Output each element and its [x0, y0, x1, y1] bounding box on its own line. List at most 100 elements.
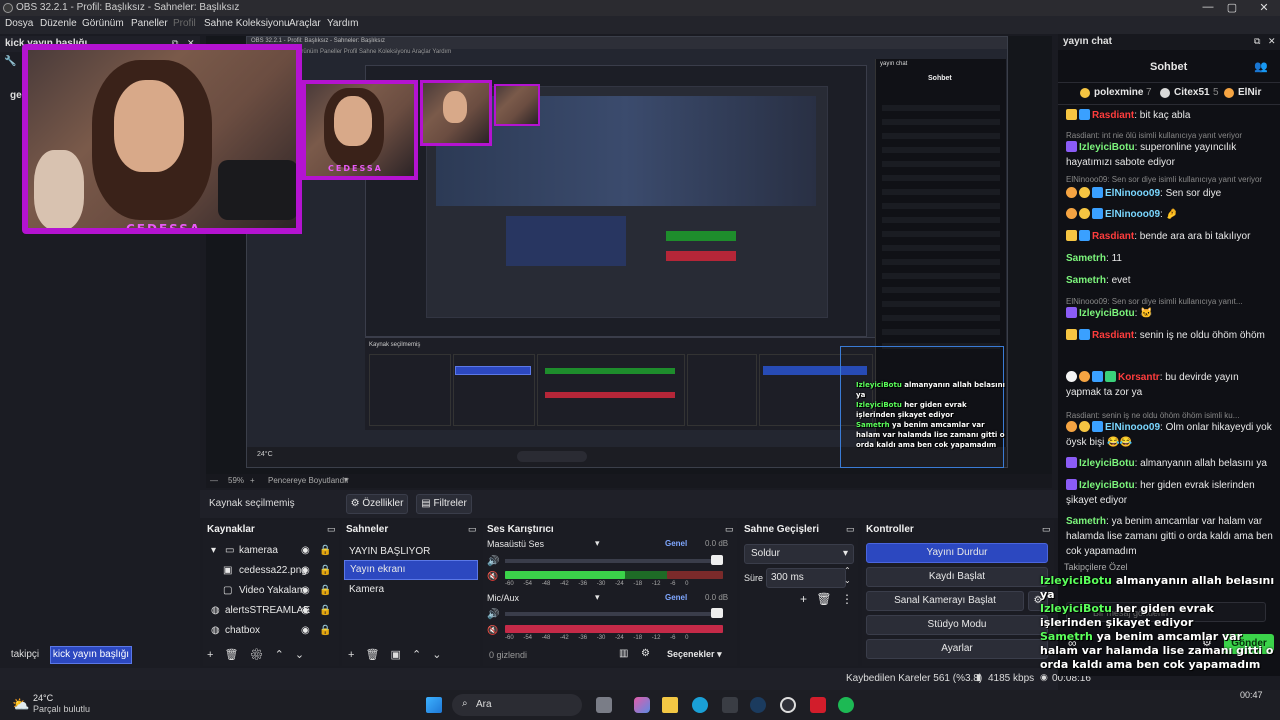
mixer-dock-menu-icon[interactable]: ▭ [725, 524, 734, 535]
top-chatter-name[interactable]: ElNir [1238, 87, 1261, 98]
top-chatter-name[interactable]: Citex51 [1174, 87, 1210, 98]
app-red-icon[interactable] [810, 697, 826, 713]
properties-button[interactable]: ⚙ Özellikler [346, 494, 408, 514]
transition-select[interactable]: Soldur ▾ [744, 544, 854, 564]
expand-icon[interactable]: ▾ [211, 545, 216, 556]
taskbar-search[interactable]: ⌕ Ara [452, 694, 582, 716]
task-view-icon[interactable] [596, 697, 612, 713]
move-down-icon[interactable]: ⌄ [432, 649, 441, 661]
sources-toolbar: + 🗑 ⚙ ⌃ ⌄ [207, 648, 304, 661]
chat-dock-header: yayın chat ⧉ ✕ [1058, 34, 1280, 50]
top-chatter-name[interactable]: polexmine [1094, 87, 1143, 98]
duration-stepper-down[interactable]: ⌄ [844, 576, 851, 585]
controls-dock-menu-icon[interactable]: ▭ [1042, 524, 1051, 535]
studio-mode-button[interactable]: Stüdyo Modu [866, 615, 1048, 635]
fit-dropdown-icon[interactable]: ▾ [344, 475, 348, 484]
transitions-dock-menu-icon[interactable]: ▭ [846, 524, 855, 535]
menu-edit[interactable]: Düzenle [40, 18, 77, 29]
float-icon[interactable]: ⧉ [1254, 36, 1260, 47]
minimize-icon[interactable]: — [1198, 1, 1218, 13]
windows-start-icon[interactable] [426, 697, 442, 713]
speaker-icon[interactable]: 🔊 [487, 556, 499, 567]
channel-dropdown-icon[interactable]: ▾ [595, 538, 600, 549]
lock-icon[interactable]: 🔒 [319, 585, 331, 596]
obs-icon[interactable] [780, 697, 796, 713]
remove-transition-icon[interactable]: 🗑 [816, 592, 831, 606]
mixer-options[interactable]: Seçenekler ▾ [667, 649, 722, 660]
users-icon[interactable]: 👥 [1254, 60, 1268, 73]
sources-dock-menu-icon[interactable]: ▭ [327, 524, 336, 535]
menu-scene-collection[interactable]: Sahne Koleksiyonu [204, 18, 290, 29]
volume-slider[interactable] [505, 612, 723, 616]
start-virtual-camera-button[interactable]: Sanal Kamerayı Başlat [866, 591, 1024, 611]
filters-button[interactable]: ▤ Filtreler [416, 494, 472, 514]
remove-scene-icon[interactable]: 🗑 [366, 649, 380, 661]
source-settings-icon[interactable]: ⚙ [250, 649, 264, 661]
more-icon[interactable]: ⋮ [841, 592, 853, 606]
mute-icon[interactable]: 🔇 [487, 571, 498, 582]
move-up-icon[interactable]: ⌃ [412, 649, 421, 661]
source-item[interactable]: ◍ chatbox ◉ 🔒 [209, 622, 333, 642]
mixer-layout-icon[interactable]: ▥ [619, 648, 628, 659]
menu-profile[interactable]: Profil [173, 18, 196, 29]
move-up-icon[interactable]: ⌃ [275, 649, 284, 661]
copilot-icon[interactable] [634, 697, 650, 713]
duration-stepper-up[interactable]: ⌃ [844, 566, 851, 575]
speaker-icon[interactable]: 🔊 [487, 609, 499, 620]
scene-filter-icon[interactable]: ▣ [391, 649, 401, 661]
menu-tools[interactable]: Araçlar [289, 18, 321, 29]
source-item[interactable]: ▣ cedessa22.png ◉ 🔒 [209, 562, 333, 582]
add-transition-icon[interactable]: + [800, 592, 807, 606]
scenes-dock-menu-icon[interactable]: ▭ [468, 524, 477, 535]
visibility-icon[interactable]: ◉ [301, 605, 310, 616]
fit-mode[interactable]: Pencereye Boyutlandır [268, 476, 349, 485]
store-icon[interactable] [722, 697, 738, 713]
scene-item-selected[interactable]: Yayın ekranı [344, 560, 478, 580]
source-item[interactable]: ◍ alertsSTREAMLAE ◉ 🔒 [209, 602, 333, 622]
volume-slider[interactable] [505, 559, 723, 563]
tab-kick-yayin-basligi[interactable]: kick yayın başlığı [50, 646, 132, 664]
steam-icon[interactable] [750, 697, 766, 713]
channel-dropdown-icon[interactable]: ▾ [595, 592, 600, 603]
menu-docks[interactable]: Paneller [131, 18, 168, 29]
menu-view[interactable]: Görünüm [82, 18, 124, 29]
volume-slider-handle[interactable] [711, 608, 723, 618]
remove-source-icon[interactable]: 🗑 [225, 649, 239, 661]
close-dock-icon[interactable]: ✕ [1268, 36, 1276, 47]
visibility-icon[interactable]: ◉ [301, 625, 310, 636]
add-scene-icon[interactable]: + [348, 649, 354, 661]
add-source-icon[interactable]: + [207, 649, 213, 661]
visibility-icon[interactable]: ◉ [301, 585, 310, 596]
source-label: Kaynak seçilmemiş [209, 498, 295, 509]
edge-icon[interactable] [692, 697, 708, 713]
lock-icon[interactable]: 🔒 [319, 545, 331, 556]
mute-icon[interactable]: 🔇 [487, 625, 498, 636]
mixer-link-icon[interactable]: ⚙ [641, 648, 650, 659]
stop-streaming-button[interactable]: Yayını Durdur [866, 543, 1048, 563]
menu-help[interactable]: Yardım [327, 18, 359, 29]
scene-item[interactable]: Kamera [344, 580, 483, 600]
spotify-icon[interactable] [838, 697, 854, 713]
lock-icon[interactable]: 🔒 [319, 625, 331, 636]
close-icon[interactable]: ✕ [1254, 1, 1274, 14]
scene-item[interactable]: YAYIN BAŞLIYOR [344, 542, 483, 562]
zoom-plus[interactable]: + [250, 476, 255, 485]
lock-icon[interactable]: 🔒 [319, 605, 331, 616]
move-down-icon[interactable]: ⌄ [295, 649, 304, 661]
lock-icon[interactable]: 🔒 [319, 565, 331, 576]
start-recording-button[interactable]: Kaydı Başlat [866, 567, 1048, 587]
visibility-icon[interactable]: ◉ [301, 565, 310, 576]
chat-reply-hint: ElNinooo09: Sen sor diye isimli kullanıc… [1066, 175, 1263, 184]
source-item[interactable]: ▾ ▭ kameraa ◉ 🔒 [209, 542, 333, 562]
zoom-minus[interactable]: — [210, 476, 218, 485]
settings-button[interactable]: Ayarlar [866, 639, 1048, 659]
maximize-icon[interactable]: ▢ [1222, 1, 1242, 14]
explorer-icon[interactable] [662, 697, 678, 713]
volume-slider-handle[interactable] [711, 555, 723, 565]
tab-takipci[interactable]: takipçi [4, 646, 46, 664]
visibility-icon[interactable]: ◉ [301, 545, 310, 556]
wrench-icon[interactable]: 🔧 [4, 56, 16, 67]
source-item[interactable]: ▢ Video Yakalam ◉ 🔒 [209, 582, 333, 602]
menu-file[interactable]: Dosya [5, 18, 33, 29]
duration-input[interactable]: 300 ms [766, 568, 846, 588]
